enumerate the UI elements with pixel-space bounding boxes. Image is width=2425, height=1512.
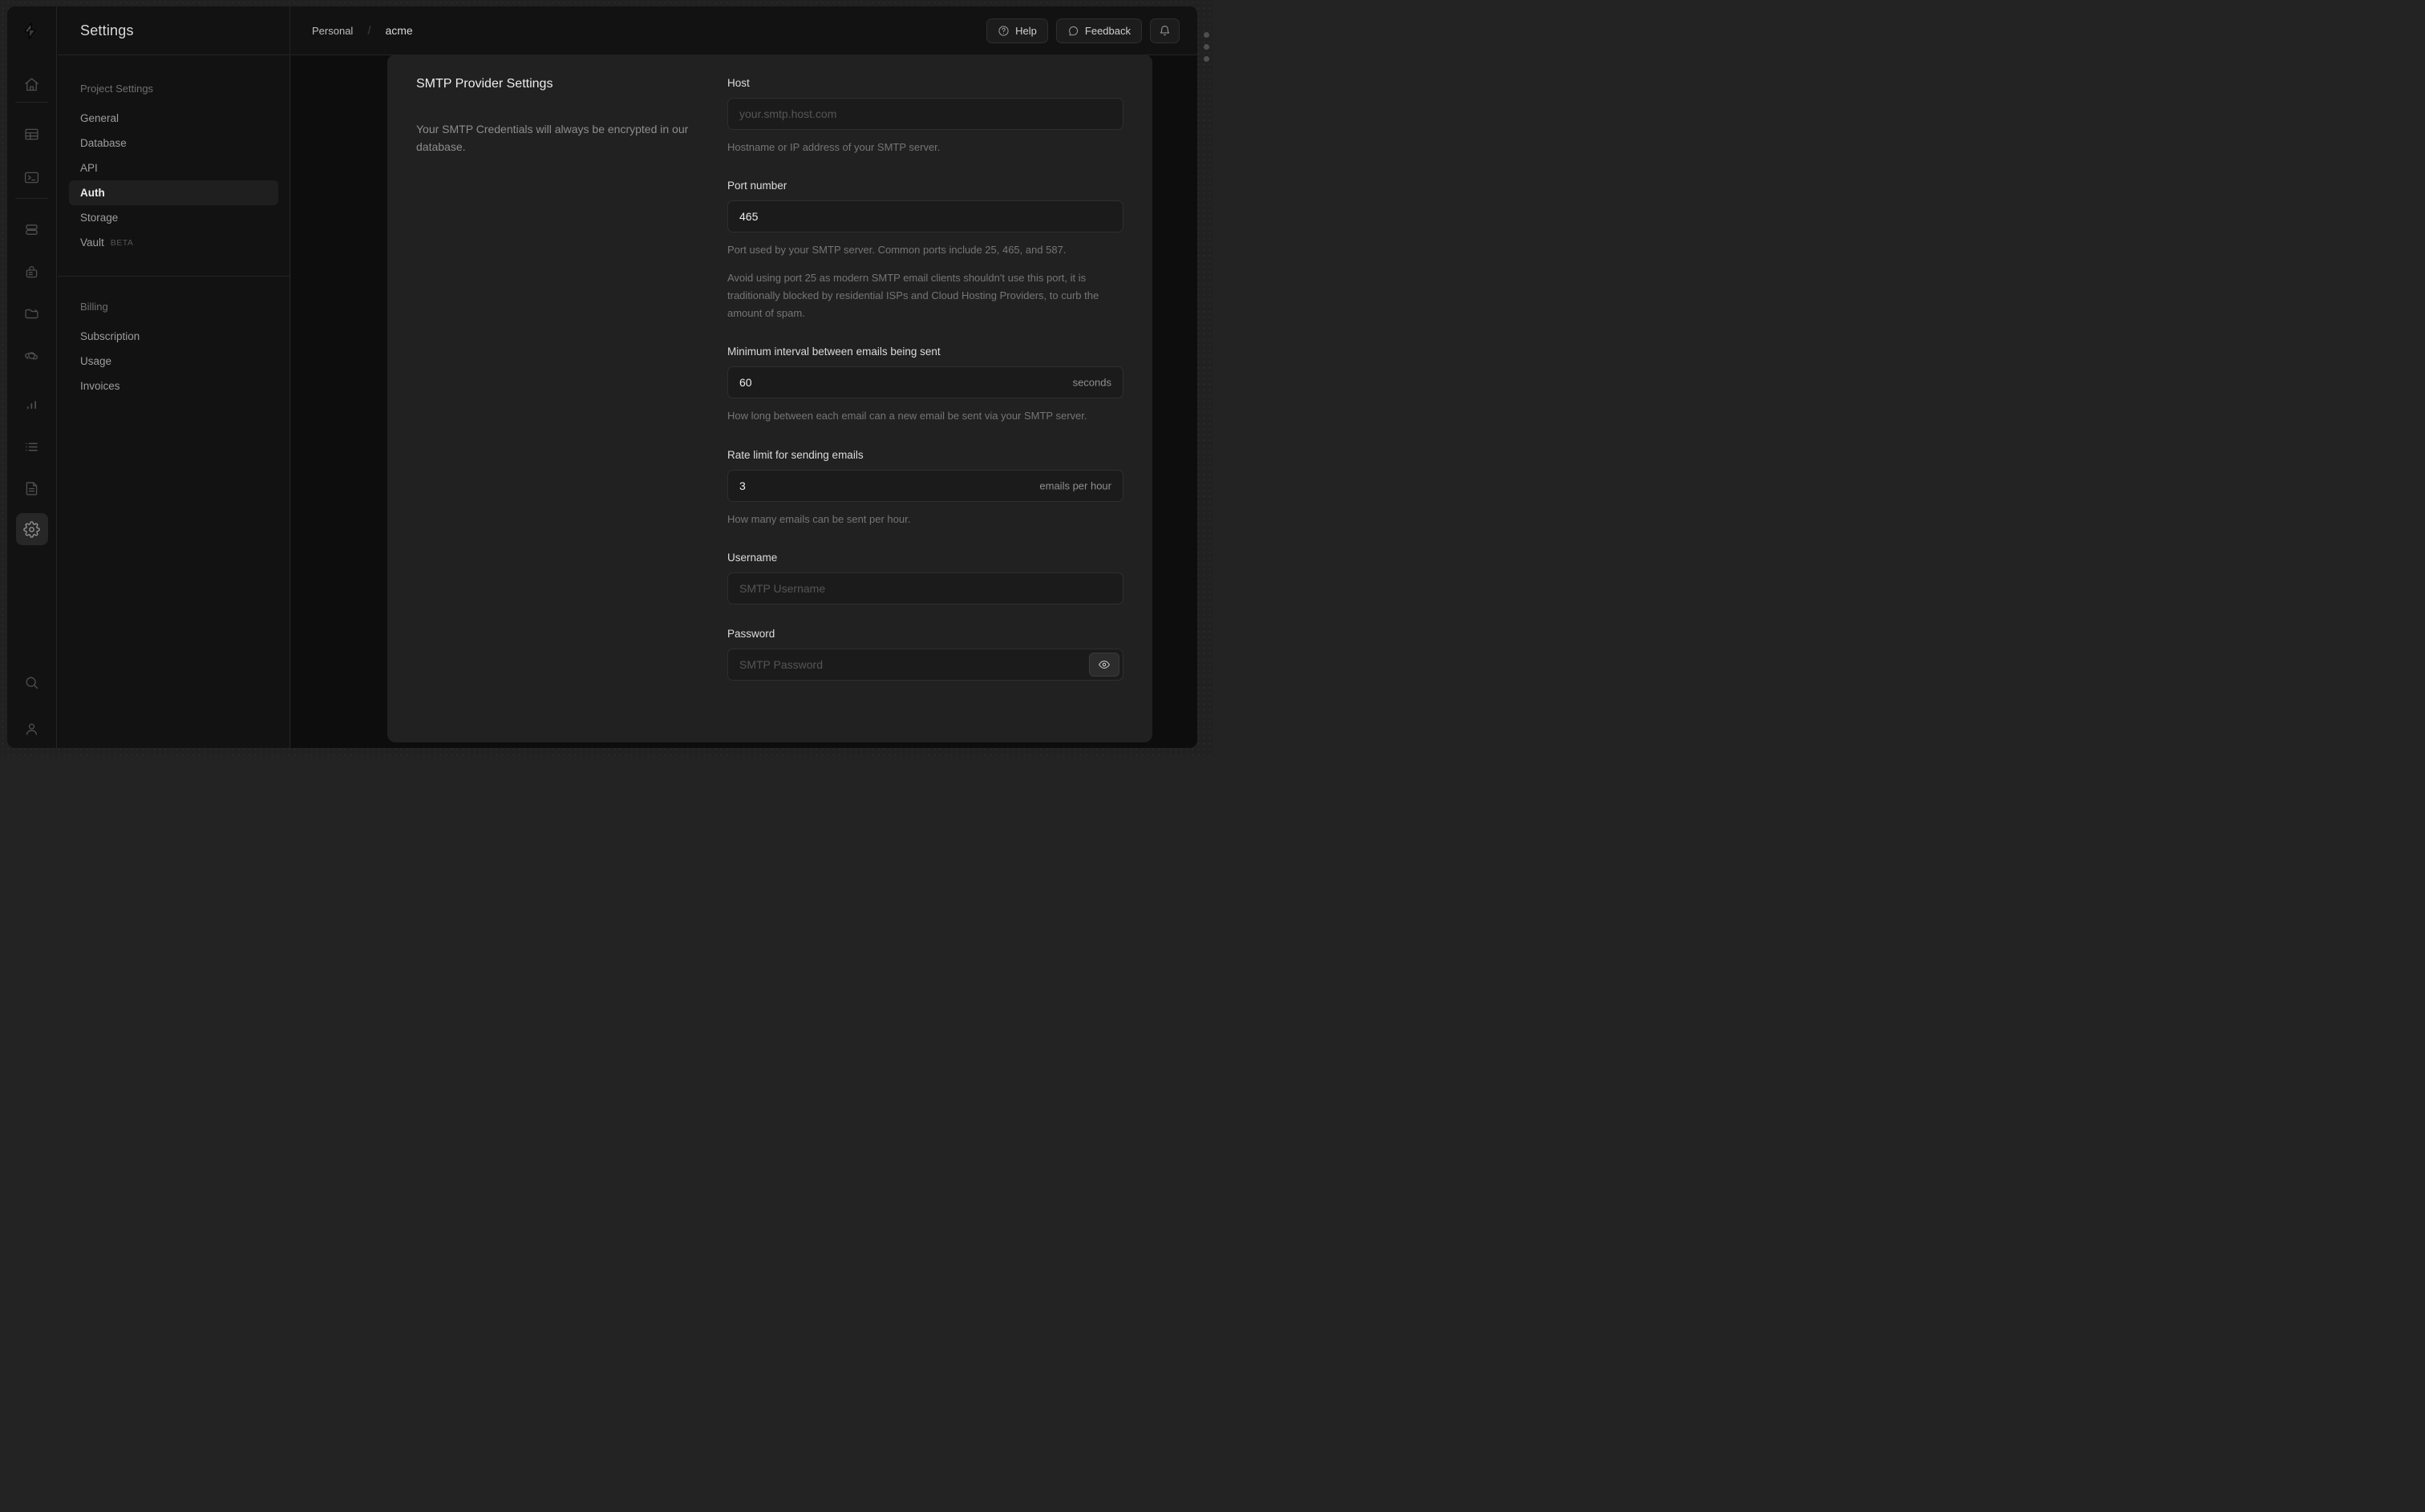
user-icon[interactable] xyxy=(16,713,48,745)
rate-limit-input[interactable] xyxy=(727,469,1123,502)
smtp-settings-card: SMTP Provider Settings Your SMTP Credent… xyxy=(387,55,1152,742)
beta-badge: BETA xyxy=(110,237,134,248)
database-icon[interactable] xyxy=(16,213,48,245)
bell-icon xyxy=(1160,25,1170,35)
docs-file-icon[interactable] xyxy=(16,472,48,504)
username-label: Username xyxy=(727,551,778,564)
gear-icon[interactable] xyxy=(15,513,48,545)
section-description: Your SMTP Credentials will always be enc… xyxy=(416,123,689,154)
password-field: Password xyxy=(727,628,1123,681)
settings-sidebar-header: Settings xyxy=(58,6,289,55)
sidebar-item-storage[interactable]: Storage xyxy=(69,205,278,230)
rate-limit-field: Rate limit for sending emails emails per… xyxy=(727,449,1123,528)
sidebar-item-invoices[interactable]: Invoices xyxy=(69,374,278,398)
port-field: Port number Port used by your SMTP serve… xyxy=(727,180,1123,322)
logs-list-icon[interactable] xyxy=(16,431,48,463)
feedback-button[interactable]: Feedback xyxy=(1055,18,1142,43)
min-interval-input[interactable] xyxy=(727,366,1123,399)
top-bar: Personal / acme Help Feedback xyxy=(291,6,1197,55)
window-frame-dots xyxy=(1204,32,1209,62)
settings-sidebar: Settings Project Settings General Databa… xyxy=(58,6,290,748)
min-interval-helper: How long between each email can a new em… xyxy=(727,410,1087,422)
sidebar-item-usage[interactable]: Usage xyxy=(69,349,278,374)
sidebar-item-database[interactable]: Database xyxy=(69,131,278,156)
breadcrumb-org[interactable]: Personal xyxy=(312,25,353,37)
help-circle-icon xyxy=(998,25,1009,36)
rate-limit-label: Rate limit for sending emails xyxy=(727,448,864,461)
host-helper: Hostname or IP address of your SMTP serv… xyxy=(727,141,941,153)
chat-bubble-icon xyxy=(1069,26,1078,35)
icon-rail xyxy=(7,6,57,748)
sidebar-divider xyxy=(58,276,289,277)
table-icon[interactable] xyxy=(16,118,48,150)
password-input[interactable] xyxy=(727,648,1123,681)
terminal-icon[interactable] xyxy=(16,161,48,193)
sidebar-item-vault[interactable]: Vault BETA xyxy=(69,230,278,255)
app-window: Settings Project Settings General Databa… xyxy=(7,6,1197,748)
port-helper-1: Port used by your SMTP server. Common po… xyxy=(727,244,1067,257)
username-input[interactable] xyxy=(727,572,1123,604)
sidebar-item-subscription[interactable]: Subscription xyxy=(69,324,278,349)
min-interval-field: Minimum interval between emails being se… xyxy=(727,346,1123,425)
sidebar-item-general[interactable]: General xyxy=(69,106,278,131)
port-label: Port number xyxy=(727,180,787,192)
username-field: Username xyxy=(727,552,1123,604)
billing-group-title: Billing xyxy=(80,301,108,313)
breadcrumb-project[interactable]: acme xyxy=(385,24,412,37)
eye-icon xyxy=(1099,660,1110,669)
main-area: Personal / acme Help Feedback SMTP Provi… xyxy=(291,6,1197,748)
supabase-logo[interactable] xyxy=(22,22,43,46)
host-label: Host xyxy=(727,77,750,89)
auth-lock-icon[interactable] xyxy=(16,256,48,288)
port-input[interactable] xyxy=(727,200,1123,233)
home-icon[interactable] xyxy=(16,68,48,100)
min-interval-label: Minimum interval between emails being se… xyxy=(727,346,941,358)
notifications-button[interactable] xyxy=(1150,18,1180,43)
rail-divider xyxy=(15,198,48,199)
page-title: Settings xyxy=(80,22,134,38)
search-icon[interactable] xyxy=(16,666,48,698)
sidebar-item-auth[interactable]: Auth xyxy=(69,180,278,205)
password-label: Password xyxy=(727,627,775,640)
toggle-password-visibility-button[interactable] xyxy=(1089,652,1119,677)
breadcrumb: Personal / acme xyxy=(312,24,413,38)
breadcrumb-separator: / xyxy=(367,23,371,38)
reports-chart-icon[interactable] xyxy=(16,389,48,421)
rate-limit-helper: How many emails can be sent per hour. xyxy=(727,512,911,525)
storage-folder-icon[interactable] xyxy=(16,297,48,329)
rail-divider xyxy=(15,102,48,103)
help-button[interactable]: Help xyxy=(986,18,1048,43)
functions-orbit-icon[interactable] xyxy=(16,339,48,371)
smtp-form: Host Hostname or IP address of your SMTP… xyxy=(727,77,1123,704)
project-settings-group-title: Project Settings xyxy=(80,83,154,95)
port-helper-2: Avoid using port 25 as modern SMTP email… xyxy=(727,272,1099,320)
host-input[interactable] xyxy=(727,98,1123,130)
section-title: SMTP Provider Settings xyxy=(416,77,553,91)
host-field: Host Hostname or IP address of your SMTP… xyxy=(727,77,1123,156)
sidebar-item-api[interactable]: API xyxy=(69,156,278,180)
